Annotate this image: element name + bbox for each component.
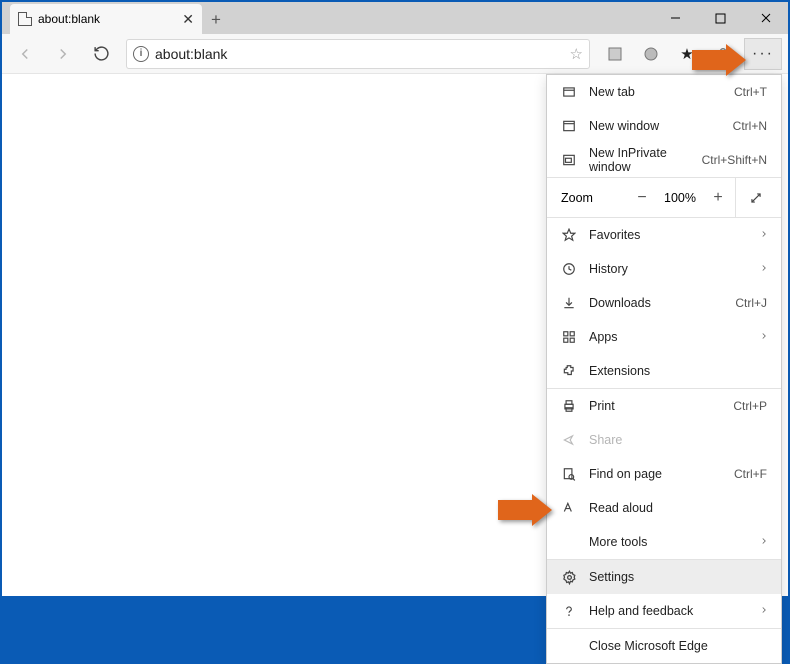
new-tab-button[interactable]: + (202, 6, 230, 34)
close-window-button[interactable] (743, 2, 788, 34)
menu-history[interactable]: History (547, 252, 781, 286)
menu-new-window[interactable]: New window Ctrl+N (547, 109, 781, 143)
menu-label: Settings (589, 570, 767, 584)
minimize-button[interactable] (653, 2, 698, 34)
menu-shortcut: Ctrl+F (734, 467, 767, 481)
menu-print[interactable]: Print Ctrl+P (547, 389, 781, 423)
menu-shortcut: Ctrl+J (735, 296, 767, 310)
apps-icon (561, 329, 577, 345)
menu-read-aloud[interactable]: Read aloud (547, 491, 781, 525)
page-content: New tab Ctrl+T New window Ctrl+N New InP… (2, 74, 788, 596)
settings-gear-icon (561, 569, 577, 585)
new-window-icon (561, 118, 577, 134)
info-icon[interactable]: i (133, 46, 149, 62)
menu-label: Apps (589, 330, 767, 344)
extension-icon-1[interactable] (598, 38, 632, 70)
menu-label: Close Microsoft Edge (589, 639, 767, 653)
back-button[interactable] (8, 38, 42, 70)
menu-label: Share (589, 433, 767, 447)
chevron-right-icon (759, 535, 769, 549)
menu-label: Favorites (589, 228, 767, 242)
menu-label: New InPrivate window (589, 146, 690, 174)
extensions-icon (561, 363, 577, 379)
menu-label: Downloads (589, 296, 723, 310)
menu-label: More tools (589, 535, 767, 549)
menu-share: Share (547, 423, 781, 457)
settings-and-more-button[interactable]: ··· (744, 38, 782, 70)
extension-icons: ★ (598, 38, 740, 70)
menu-label: Print (589, 399, 721, 413)
menu-shortcut: Ctrl+T (734, 85, 767, 99)
help-icon (561, 603, 577, 619)
favorites-icon[interactable]: ★ (670, 38, 704, 70)
settings-menu: New tab Ctrl+T New window Ctrl+N New InP… (546, 74, 782, 664)
history-icon (561, 261, 577, 277)
share-icon (561, 432, 577, 448)
refresh-button[interactable] (84, 38, 118, 70)
tab-title: about:blank (38, 12, 176, 26)
menu-favorites[interactable]: Favorites (547, 218, 781, 252)
zoom-value: 100% (659, 191, 701, 205)
browser-tab[interactable]: about:blank ✕ (10, 4, 202, 34)
url-text: about:blank (155, 46, 564, 62)
print-icon (561, 398, 577, 414)
find-icon (561, 466, 577, 482)
chevron-right-icon (759, 228, 769, 242)
extension-icon-2[interactable] (634, 38, 668, 70)
menu-label: New tab (589, 85, 722, 99)
read-aloud-icon (561, 500, 577, 516)
menu-zoom: Zoom − 100% + (547, 178, 781, 218)
spacer-icon (561, 534, 577, 550)
maximize-button[interactable] (698, 2, 743, 34)
menu-label: Read aloud (589, 501, 767, 515)
menu-label: New window (589, 119, 721, 133)
forward-button[interactable] (46, 38, 80, 70)
toolbar: i about:blank ☆ ★ ··· (2, 34, 788, 74)
page-icon (18, 12, 32, 26)
menu-downloads[interactable]: Downloads Ctrl+J (547, 286, 781, 320)
zoom-in-button[interactable]: + (701, 189, 735, 207)
menu-inprivate[interactable]: New InPrivate window Ctrl+Shift+N (547, 143, 781, 177)
annotation-arrow-settings (498, 494, 552, 526)
menu-find[interactable]: Find on page Ctrl+F (547, 457, 781, 491)
tab-close-icon[interactable]: ✕ (182, 11, 194, 28)
window-controls (653, 2, 788, 34)
fullscreen-button[interactable] (735, 178, 775, 217)
chevron-right-icon (759, 262, 769, 276)
menu-more-tools[interactable]: More tools (547, 525, 781, 559)
zoom-out-button[interactable]: − (625, 189, 659, 207)
address-bar[interactable]: i about:blank ☆ (126, 39, 590, 69)
zoom-label: Zoom (547, 191, 625, 205)
profile-icon[interactable] (706, 38, 740, 70)
inprivate-icon (561, 152, 577, 168)
menu-new-tab[interactable]: New tab Ctrl+T (547, 75, 781, 109)
new-tab-icon (561, 84, 577, 100)
menu-settings[interactable]: Settings (547, 560, 781, 594)
chevron-right-icon (759, 604, 769, 618)
menu-label: Find on page (589, 467, 722, 481)
favorites-star-icon (561, 227, 577, 243)
spacer-icon (561, 638, 577, 654)
menu-shortcut: Ctrl+N (733, 119, 767, 133)
menu-label: Help and feedback (589, 604, 767, 618)
menu-apps[interactable]: Apps (547, 320, 781, 354)
downloads-icon (561, 295, 577, 311)
menu-shortcut: Ctrl+P (733, 399, 767, 413)
menu-divider (547, 177, 781, 178)
chevron-right-icon (759, 330, 769, 344)
menu-help[interactable]: Help and feedback (547, 594, 781, 628)
title-bar: about:blank ✕ + (2, 2, 788, 34)
edge-window: about:blank ✕ + i about:blank ☆ ★ ··· (2, 2, 788, 596)
menu-shortcut: Ctrl+Shift+N (702, 153, 767, 167)
menu-label: History (589, 262, 767, 276)
menu-close-edge[interactable]: Close Microsoft Edge (547, 629, 781, 663)
menu-extensions[interactable]: Extensions (547, 354, 781, 388)
favorite-star-icon[interactable]: ☆ (570, 45, 583, 63)
menu-label: Extensions (589, 364, 767, 378)
